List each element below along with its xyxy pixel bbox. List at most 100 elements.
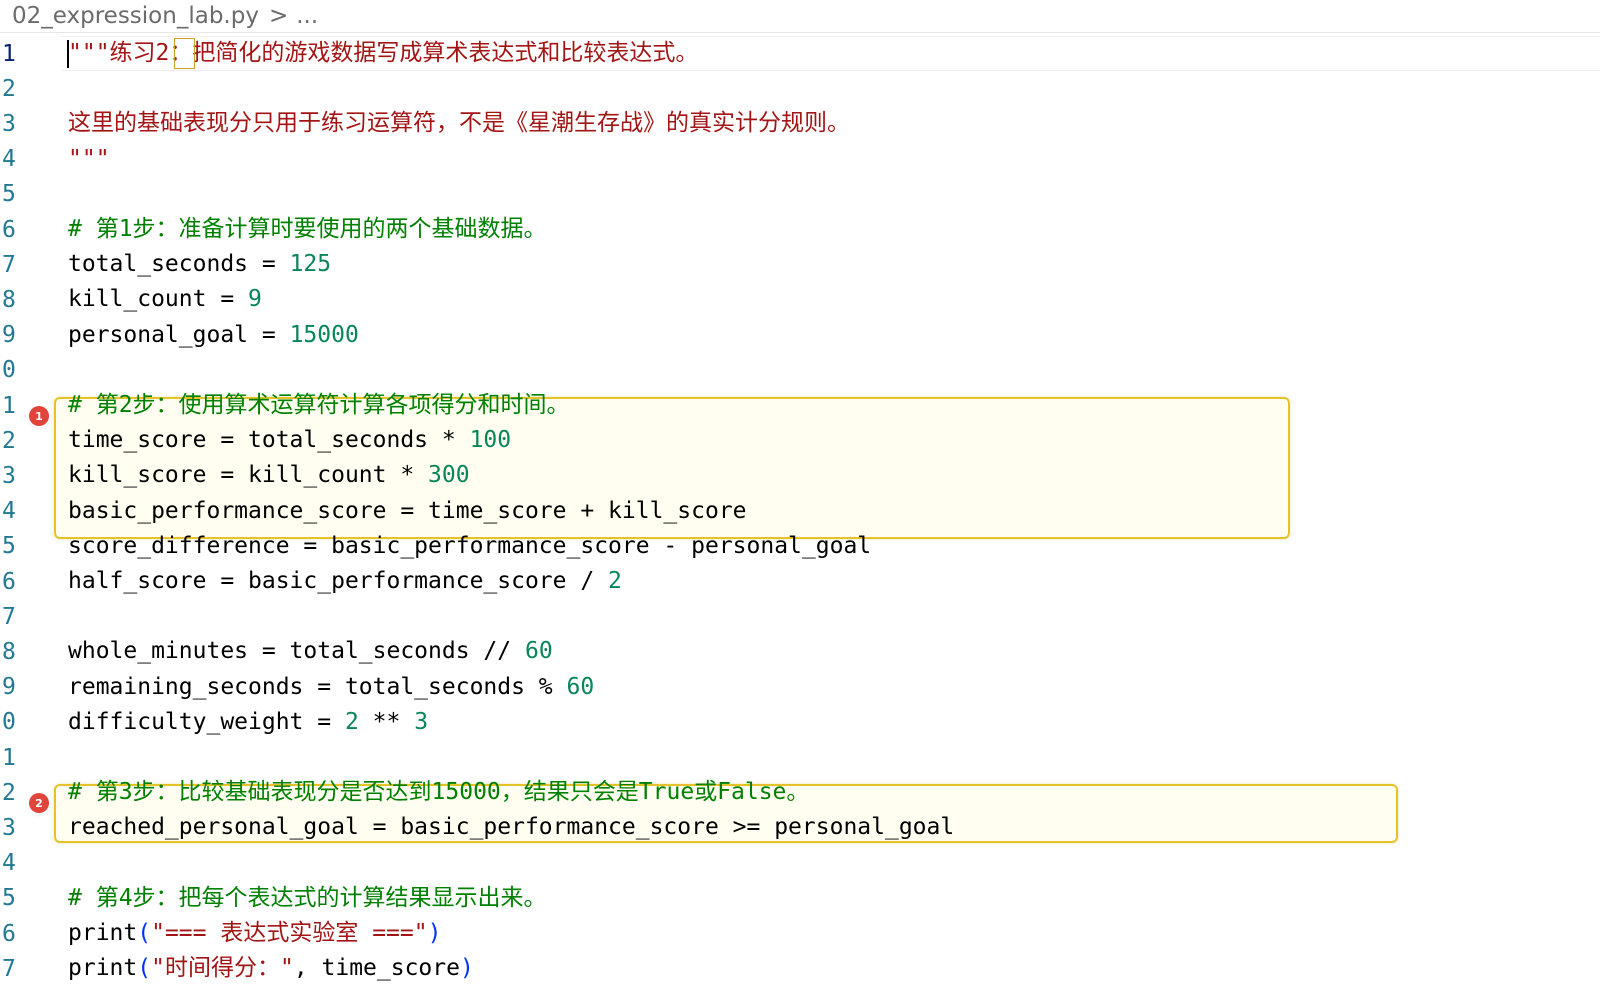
code-token: ( bbox=[137, 920, 152, 947]
line-code[interactable]: personal_goal = 15000 bbox=[68, 318, 359, 353]
line-code[interactable]: total_seconds = 125 bbox=[68, 247, 331, 282]
line-code[interactable]: # 第2步：使用算术运算符计算各项得分和时间。 bbox=[68, 388, 570, 423]
code-line[interactable]: 7 total_seconds = 125 bbox=[0, 247, 1600, 282]
annotation-marker-1[interactable]: 1 bbox=[29, 406, 49, 426]
code-token: """练习2 bbox=[68, 40, 170, 67]
line-number: 5 bbox=[2, 181, 16, 208]
line-code[interactable]: """练习2：把简化的游戏数据写成算术表达式和比较表达式。 bbox=[68, 36, 698, 71]
line-code[interactable]: whole_minutes = total_seconds // 60 bbox=[68, 634, 553, 669]
code-token: personal_goal = bbox=[68, 321, 290, 348]
code-token: ) bbox=[459, 955, 474, 982]
line-number: 8 bbox=[2, 286, 16, 313]
line-number: 9 bbox=[2, 674, 16, 701]
code-token: 这里的基础表现分只用于练习运算符，不是《星潮生存战》的真实计分规则。 bbox=[68, 110, 850, 137]
code-token: 125 bbox=[289, 251, 332, 278]
code-token: difficulty_weight = bbox=[68, 708, 345, 735]
code-token: # 第2步：使用算术运算符计算各项得分和时间。 bbox=[68, 392, 570, 419]
line-number: 8 bbox=[2, 638, 16, 665]
line-number: 4 bbox=[2, 146, 16, 173]
code-line[interactable]: 4 """ bbox=[0, 142, 1600, 177]
code-token: ) bbox=[427, 920, 442, 947]
annotation-marker-2[interactable]: 2 bbox=[29, 793, 49, 813]
code-token: 100 bbox=[469, 427, 512, 454]
code-line[interactable]: 2 time_score = total_seconds * 100 bbox=[0, 423, 1600, 458]
line-code[interactable]: reached_personal_goal = basic_performanc… bbox=[68, 810, 954, 845]
code-editor[interactable]: 1 """练习2：把简化的游戏数据写成算术表达式和比较表达式。 2 3 这里的基础表现分… bbox=[0, 36, 1600, 1000]
code-line[interactable]: 9 remaining_seconds = total_seconds % 60 bbox=[0, 670, 1600, 705]
code-line[interactable]: 4 bbox=[0, 846, 1600, 881]
code-line[interactable]: 1 # 第2步：使用算术运算符计算各项得分和时间。 bbox=[0, 388, 1600, 423]
code-token: print bbox=[68, 920, 138, 947]
line-number: 2 bbox=[2, 427, 16, 454]
code-line[interactable]: 8 whole_minutes = total_seconds // 60 bbox=[0, 634, 1600, 669]
code-token: 300 bbox=[428, 462, 470, 489]
code-line[interactable]: 3 reached_personal_goal = basic_performan… bbox=[0, 810, 1600, 845]
line-number: 4 bbox=[2, 850, 16, 877]
breadcrumb-file[interactable]: 02_expression_lab.py bbox=[12, 3, 259, 29]
line-code[interactable]: print("时间得分：", time_score) bbox=[68, 951, 474, 986]
line-number: 0 bbox=[2, 357, 16, 384]
code-token: "时间得分：" bbox=[151, 955, 294, 982]
code-line[interactable]: 6 half_score = basic_performance_score / … bbox=[0, 564, 1600, 599]
line-code[interactable]: half_score = basic_performance_score / 2 bbox=[68, 564, 622, 599]
breadcrumb-more[interactable]: ... bbox=[296, 3, 318, 29]
code-line[interactable]: 1 bbox=[0, 740, 1600, 775]
breadcrumb: 02_expression_lab.py > ... bbox=[0, 0, 1600, 33]
line-code[interactable]: remaining_seconds = total_seconds % 60 bbox=[68, 670, 594, 705]
code-line[interactable]: 1 """练习2：把简化的游戏数据写成算术表达式和比较表达式。 bbox=[0, 36, 1600, 71]
code-line[interactable]: 4 basic_performance_score = time_score + … bbox=[0, 494, 1600, 529]
code-token: # 第4步：把每个表达式的计算结果显示出来。 bbox=[68, 884, 547, 911]
line-number: 7 bbox=[2, 251, 16, 278]
code-line[interactable]: 8 kill_count = 9 bbox=[0, 282, 1600, 317]
code-line[interactable]: 5 score_difference = basic_performance_sc… bbox=[0, 529, 1600, 564]
code-line[interactable]: 6 # 第1步：准备计算时要使用的两个基础数据。 bbox=[0, 212, 1600, 247]
line-number: 9 bbox=[2, 322, 16, 349]
line-number: 0 bbox=[2, 709, 16, 736]
code-token: ** bbox=[358, 708, 415, 735]
code-token: kill_count = bbox=[68, 286, 249, 313]
code-line[interactable]: 3 这里的基础表现分只用于练习运算符，不是《星潮生存战》的真实计分规则。 bbox=[0, 106, 1600, 141]
code-token: time_score = total_seconds * bbox=[68, 427, 470, 454]
code-line[interactable]: 0 difficulty_weight = 2 ** 3 bbox=[0, 705, 1600, 740]
line-code[interactable]: """ bbox=[68, 142, 110, 177]
line-code[interactable]: 这里的基础表现分只用于练习运算符，不是《星潮生存战》的真实计分规则。 bbox=[68, 106, 850, 141]
code-line[interactable]: 7 print("时间得分：", time_score) bbox=[0, 951, 1600, 986]
line-code[interactable]: print("=== 表达式实验室 ===") bbox=[68, 916, 441, 951]
code-line[interactable]: 3 kill_score = kill_count * 300 bbox=[0, 458, 1600, 493]
code-token: "=== 表达式实验室 ===" bbox=[151, 920, 428, 947]
line-number: 7 bbox=[2, 603, 16, 630]
code-line[interactable]: 7 bbox=[0, 599, 1600, 634]
code-token: 3 bbox=[414, 708, 429, 735]
line-number: 3 bbox=[2, 814, 16, 841]
line-code[interactable]: score_difference = basic_performance_sco… bbox=[68, 529, 871, 564]
code-token: whole_minutes = total_seconds // bbox=[68, 638, 525, 665]
line-code[interactable]: # 第1步：准备计算时要使用的两个基础数据。 bbox=[68, 212, 547, 247]
code-line[interactable]: 2 # 第3步：比较基础表现分是否达到15000，结果只会是True或False。 bbox=[0, 775, 1600, 810]
line-code[interactable]: time_score = total_seconds * 100 bbox=[68, 423, 511, 458]
code-token: half_score = basic_performance_score / bbox=[68, 568, 609, 595]
code-token: 2 bbox=[608, 568, 622, 595]
code-token: remaining_seconds = total_seconds % bbox=[68, 673, 567, 700]
chevron-right-icon: > bbox=[268, 3, 289, 29]
code-token: total_seconds = bbox=[68, 251, 290, 278]
line-code[interactable]: kill_score = kill_count * 300 bbox=[68, 458, 470, 493]
line-code[interactable]: basic_performance_score = time_score + k… bbox=[68, 494, 747, 529]
code-token: ( bbox=[137, 955, 152, 982]
code-token: 60 bbox=[524, 638, 553, 665]
code-line[interactable]: 0 bbox=[0, 353, 1600, 388]
line-number: 5 bbox=[2, 885, 16, 912]
code-line[interactable]: 9 personal_goal = 15000 bbox=[0, 318, 1600, 353]
code-token: 把简化的游戏数据写成算术表达式和比较表达式。 bbox=[192, 40, 699, 67]
code-token: score_difference = basic_performance_sco… bbox=[68, 532, 872, 559]
line-code[interactable]: kill_count = 9 bbox=[68, 282, 262, 317]
code-line[interactable]: 2 bbox=[0, 71, 1600, 106]
line-code[interactable]: # 第3步：比较基础表现分是否达到15000，结果只会是True或False。 bbox=[68, 775, 809, 810]
code-line[interactable]: 5 bbox=[0, 177, 1600, 212]
line-code[interactable]: # 第4步：把每个表达式的计算结果显示出来。 bbox=[68, 881, 547, 916]
code-token: # 第3步：比较基础表现分是否达到15000，结果只会是True或False。 bbox=[68, 779, 810, 806]
code-token: 2 bbox=[344, 708, 359, 735]
code-line[interactable]: 6 print("=== 表达式实验室 ===") bbox=[0, 916, 1600, 951]
code-line[interactable]: 5 # 第4步：把每个表达式的计算结果显示出来。 bbox=[0, 881, 1600, 916]
code-token: 15000 bbox=[289, 321, 359, 348]
line-code[interactable]: difficulty_weight = 2 ** 3 bbox=[68, 705, 428, 740]
